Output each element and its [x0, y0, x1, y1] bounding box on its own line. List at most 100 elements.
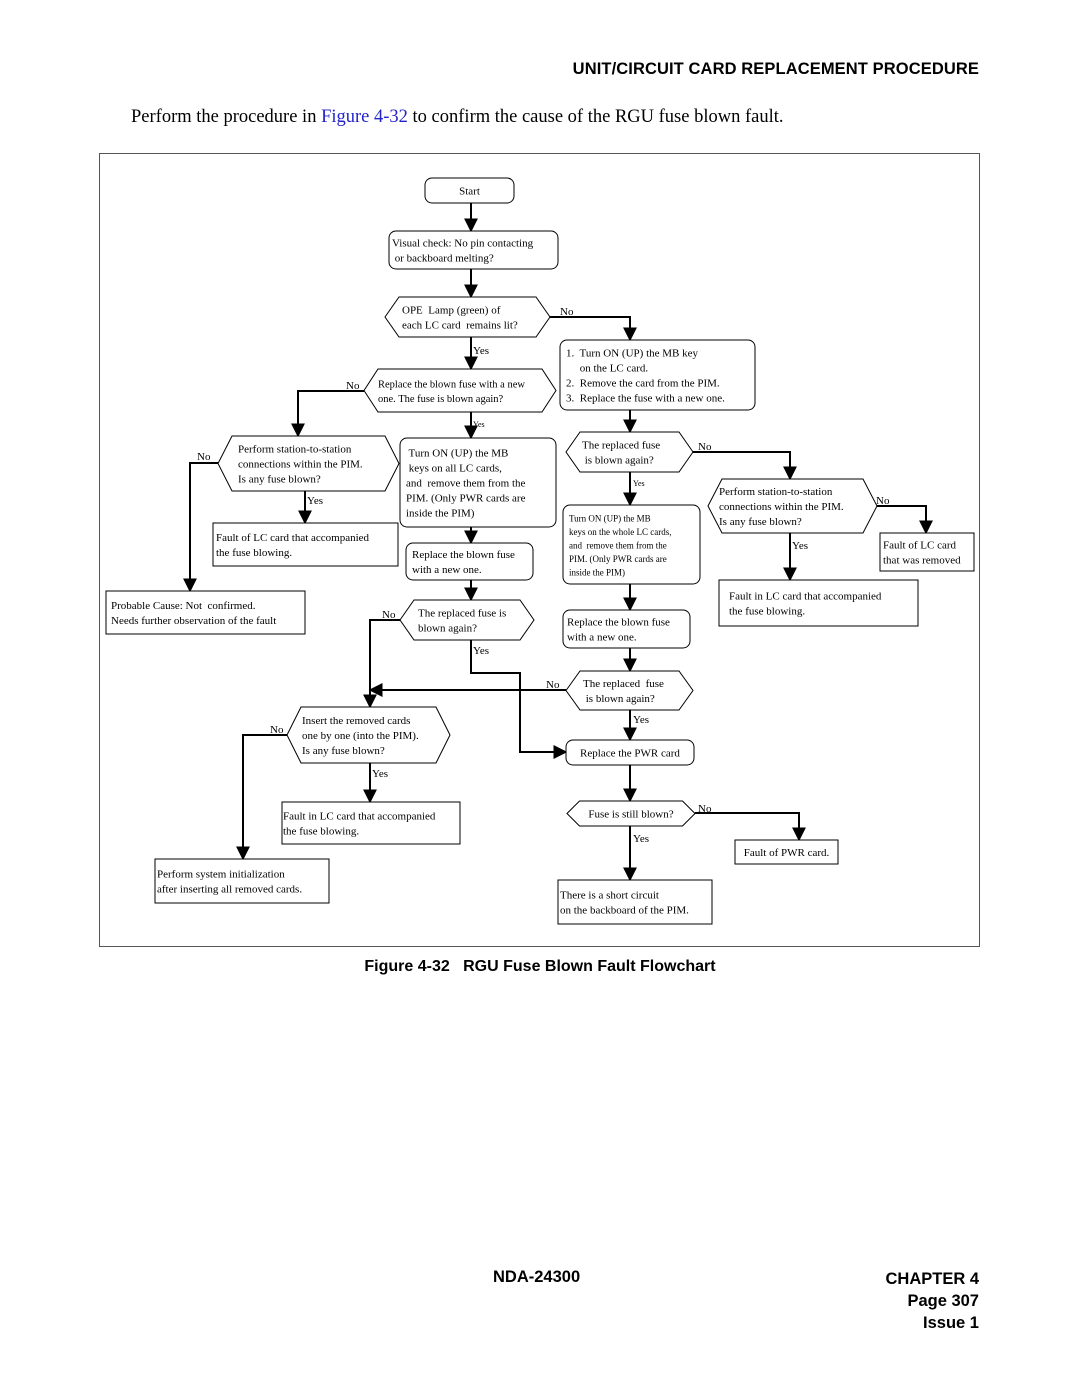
node-text: There is a short circuit — [560, 890, 659, 902]
node-fault-pwr: Fault of PWR card. — [734, 839, 839, 865]
node-text: Fuse is still blown? — [588, 809, 673, 821]
edge-label-no: No — [382, 609, 396, 621]
node-text: Fault of LC card — [883, 540, 957, 552]
node-text: blown again? — [418, 623, 477, 635]
node-fuse-still: Fuse is still blown? — [566, 800, 696, 827]
node-text: Is any fuse blown? — [238, 474, 321, 486]
node-replace-blown-right: Replace the blown fuse with a new one. — [562, 609, 691, 649]
node-text: the fuse blowing. — [216, 547, 292, 559]
node-text: with a new one. — [567, 632, 637, 644]
flowchart: Start Visual check: No pin contacting or … — [105, 177, 975, 925]
node-text: keys on the whole LC cards, — [569, 527, 671, 537]
node-text: OPE Lamp (green) of — [402, 305, 501, 317]
edge-label-yes: Yes — [473, 345, 489, 357]
node-text: Replace the blown fuse — [567, 617, 670, 629]
figure-caption: Figure 4-32 RGU Fuse Blown Fault Flowcha… — [0, 958, 1080, 976]
node-text: Replace the blown fuse — [412, 549, 515, 561]
node-text: Replace the PWR card — [580, 748, 680, 760]
node-text: Replace the blown fuse with a new — [378, 379, 525, 390]
node-text: Needs further observation of the fault — [111, 615, 276, 627]
node-visual-check: Visual check: No pin contacting or backb… — [388, 230, 559, 270]
flow-arrow — [695, 812, 806, 842]
node-replaced-again-right1: The replaced fuse is blown again? — [565, 431, 694, 473]
edge-label-no: No — [270, 724, 284, 736]
node-text: The replaced fuse is — [418, 608, 506, 620]
node-insert-cards: Insert the removed cards one by one (into… — [286, 706, 451, 764]
node-text: each LC card remains lit? — [402, 320, 518, 332]
edge-label-yes: Yes — [633, 714, 649, 726]
node-probable-cause: Probable Cause: Not confirmed. Needs furt… — [105, 590, 306, 635]
node-text: and remove them from the — [406, 478, 526, 490]
node-text: or backboard melting? — [392, 253, 494, 265]
node-text: the fuse blowing. — [283, 826, 359, 838]
node-text: that was removed — [883, 555, 961, 567]
edge-label-yes: Yes — [372, 768, 388, 780]
node-text: one by one (into the PIM). — [302, 730, 419, 742]
caption-number: 4-32 — [417, 958, 450, 975]
decision-hexagon — [363, 368, 557, 413]
caption-prefix: Figure — [364, 958, 418, 975]
flow-arrow — [363, 619, 400, 709]
node-text: with a new one. — [412, 564, 482, 576]
footer-page-info: CHAPTER 4 Page 307 Issue 1 — [885, 1268, 979, 1334]
node-text: after inserting all removed cards. — [157, 884, 302, 896]
node-text: Is any fuse blown? — [302, 745, 385, 757]
node-fault-lc-left: Fault of LC card that accompanied the fus… — [212, 522, 399, 567]
node-mb-key-steps: 1. Turn ON (UP) the MB key on the LC car… — [559, 339, 756, 411]
footer-issue: Issue 1 — [923, 1314, 979, 1332]
node-text: and remove them from the — [569, 540, 667, 550]
footer-chapter: CHAPTER 4 — [885, 1270, 979, 1288]
node-text: Probable Cause: Not confirmed. — [111, 600, 256, 612]
flow-arrow — [291, 390, 364, 438]
terminal-box — [105, 590, 306, 635]
node-fault-lc-bottom: Fault in LC card that accompanied the fus… — [281, 801, 461, 845]
node-turn-on-all: Turn ON (UP) the MB keys on all LC cards… — [399, 437, 557, 528]
footer-doc-number: NDA-24300 — [493, 1268, 581, 1286]
node-text: keys on all LC cards, — [406, 463, 502, 475]
node-text: Perform station-to-station — [238, 444, 352, 456]
node-s2s-left: Perform station-to-station connections wi… — [217, 435, 400, 492]
node-text: Insert the removed cards — [302, 715, 410, 727]
node-short-circuit: There is a short circuit on the backboard… — [557, 879, 713, 925]
edge-label-yes: Yes — [473, 645, 489, 657]
edge-label-no: No — [876, 495, 890, 507]
node-text: Fault in LC card that accompanied — [729, 591, 882, 603]
node-text: The replaced fuse — [583, 678, 664, 690]
node-system-init: Perform system initialization after inser… — [154, 858, 330, 904]
node-text: The replaced fuse — [582, 440, 660, 452]
node-text: one. The fuse is blown again? — [378, 394, 504, 405]
terminal-box — [212, 522, 399, 567]
edge-label-yes: Yes — [792, 540, 808, 552]
node-fault-lc-removed: Fault of LC card that was removed — [879, 532, 975, 572]
edge-label-no: No — [698, 441, 712, 453]
node-fault-lc-right: Fault in LC card that accompanied the fus… — [718, 579, 919, 627]
node-text: Turn ON (UP) the MB — [569, 513, 651, 523]
terminal-box — [557, 879, 713, 925]
node-text: on the backboard of the PIM. — [560, 905, 689, 917]
edge-label-yes: Yes — [307, 495, 323, 507]
node-text: the fuse blowing. — [729, 606, 805, 618]
node-text: PIM. (Only PWR cards are — [406, 493, 526, 505]
edge-label-yes: Yes — [473, 420, 485, 429]
node-text: 1. Turn ON (UP) the MB key — [566, 348, 699, 360]
node-text: connections within the PIM. — [238, 459, 363, 471]
edge-label-yes: Yes — [633, 833, 649, 845]
node-replaced-again-mid: The replaced fuse is blown again? — [399, 599, 535, 641]
edge-label-yes: Yes — [633, 479, 645, 488]
node-text: Turn ON (UP) the MB — [406, 448, 508, 460]
node-turn-on-whole: Turn ON (UP) the MB keys on the whole LC … — [562, 504, 701, 585]
node-text: inside the PIM) — [569, 567, 625, 577]
node-text: connections within the PIM. — [719, 501, 844, 513]
node-text: Visual check: No pin contacting — [392, 238, 534, 250]
flow-arrow — [877, 505, 933, 535]
node-replace-blown-mid: Replace the blown fuse with a new one. — [405, 542, 534, 581]
node-text: is blown again? — [582, 455, 654, 467]
edge-label-no: No — [546, 679, 560, 691]
flow-arrow — [236, 734, 287, 861]
node-text: is blown again? — [583, 693, 655, 705]
edge-label-no: No — [346, 380, 360, 392]
node-text: PIM. (Only PWR cards are — [569, 554, 667, 564]
footer-page: Page 307 — [907, 1292, 979, 1310]
node-text: Is any fuse blown? — [719, 516, 802, 528]
node-text: on the LC card. — [566, 363, 648, 375]
